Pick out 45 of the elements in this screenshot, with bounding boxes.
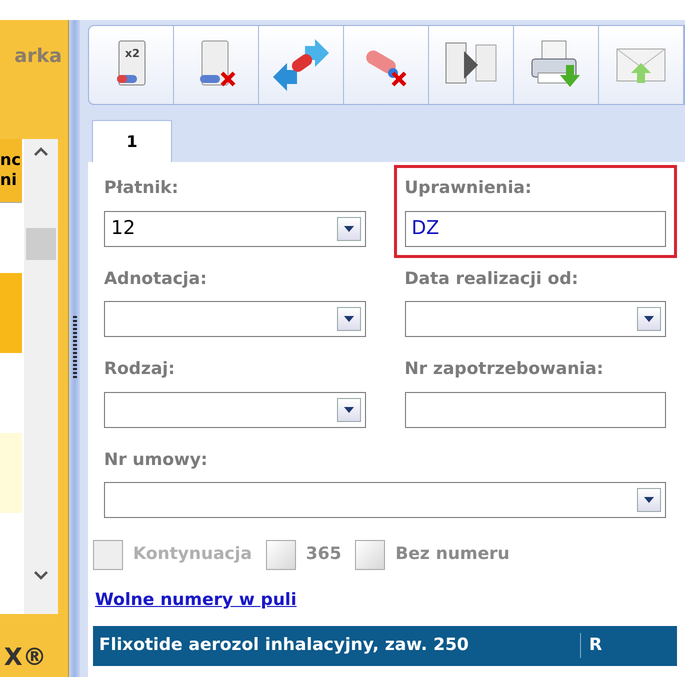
- checkbox[interactable]: [266, 540, 296, 570]
- toolbar-button[interactable]: x2: [89, 26, 174, 104]
- scroll-up-icon[interactable]: [34, 146, 48, 156]
- caret-icon: [344, 406, 354, 412]
- checkbox-label: Kontynuacja: [133, 543, 252, 566]
- tab[interactable]: 1: [92, 120, 172, 162]
- field-label: Rodzaj:: [104, 358, 176, 381]
- dropdown-field[interactable]: 12: [104, 210, 366, 246]
- link[interactable]: Wolne numery w puli: [95, 588, 677, 614]
- checkbox-label: 365: [306, 543, 342, 566]
- caret-icon: [344, 226, 354, 232]
- dropdown-field[interactable]: [104, 301, 366, 337]
- caret-icon: [344, 316, 354, 322]
- input-field[interactable]: [404, 392, 666, 428]
- scrollbar-thumb[interactable]: [26, 228, 56, 260]
- swap-arrows-icon: [271, 39, 331, 91]
- logo-text: X®: [4, 642, 48, 673]
- scrollbar[interactable]: [24, 138, 58, 614]
- dropdown-button[interactable]: [637, 307, 661, 331]
- header-text: nc: [0, 150, 22, 170]
- checkbox[interactable]: [355, 540, 386, 570]
- column-header: Flixotide aerozol inhalacyjny, zaw. 250: [93, 632, 581, 658]
- caret-icon: [644, 316, 654, 322]
- dropdown-button[interactable]: [336, 216, 360, 240]
- field-label: Adnotacja:: [104, 268, 208, 290]
- scroll-down-icon[interactable]: [34, 570, 48, 580]
- column-header: R: [588, 634, 602, 657]
- field-label: Data realizacji od:: [404, 268, 580, 290]
- dropdown-button[interactable]: [336, 398, 360, 422]
- field-label: Uprawnienia:: [404, 177, 533, 200]
- field-label: Płatnik:: [104, 177, 180, 200]
- dropdown-field[interactable]: [104, 392, 366, 428]
- dropdown-field[interactable]: [104, 482, 666, 518]
- field-label: Nr umowy:: [104, 448, 209, 472]
- field-value: 12: [110, 216, 136, 242]
- dropdown-button[interactable]: [637, 488, 661, 512]
- dropdown-field[interactable]: [404, 301, 666, 337]
- caret-icon: [644, 497, 654, 503]
- header-text: ni: [0, 170, 18, 190]
- field-value: DZ: [410, 216, 440, 242]
- panel-title: arka: [13, 44, 63, 69]
- field-label: Nr zapotrzebowania:: [404, 358, 604, 381]
- input-field[interactable]: DZ: [404, 210, 666, 246]
- checkbox-label: Bez numeru: [395, 543, 510, 566]
- dropdown-button[interactable]: [336, 307, 360, 331]
